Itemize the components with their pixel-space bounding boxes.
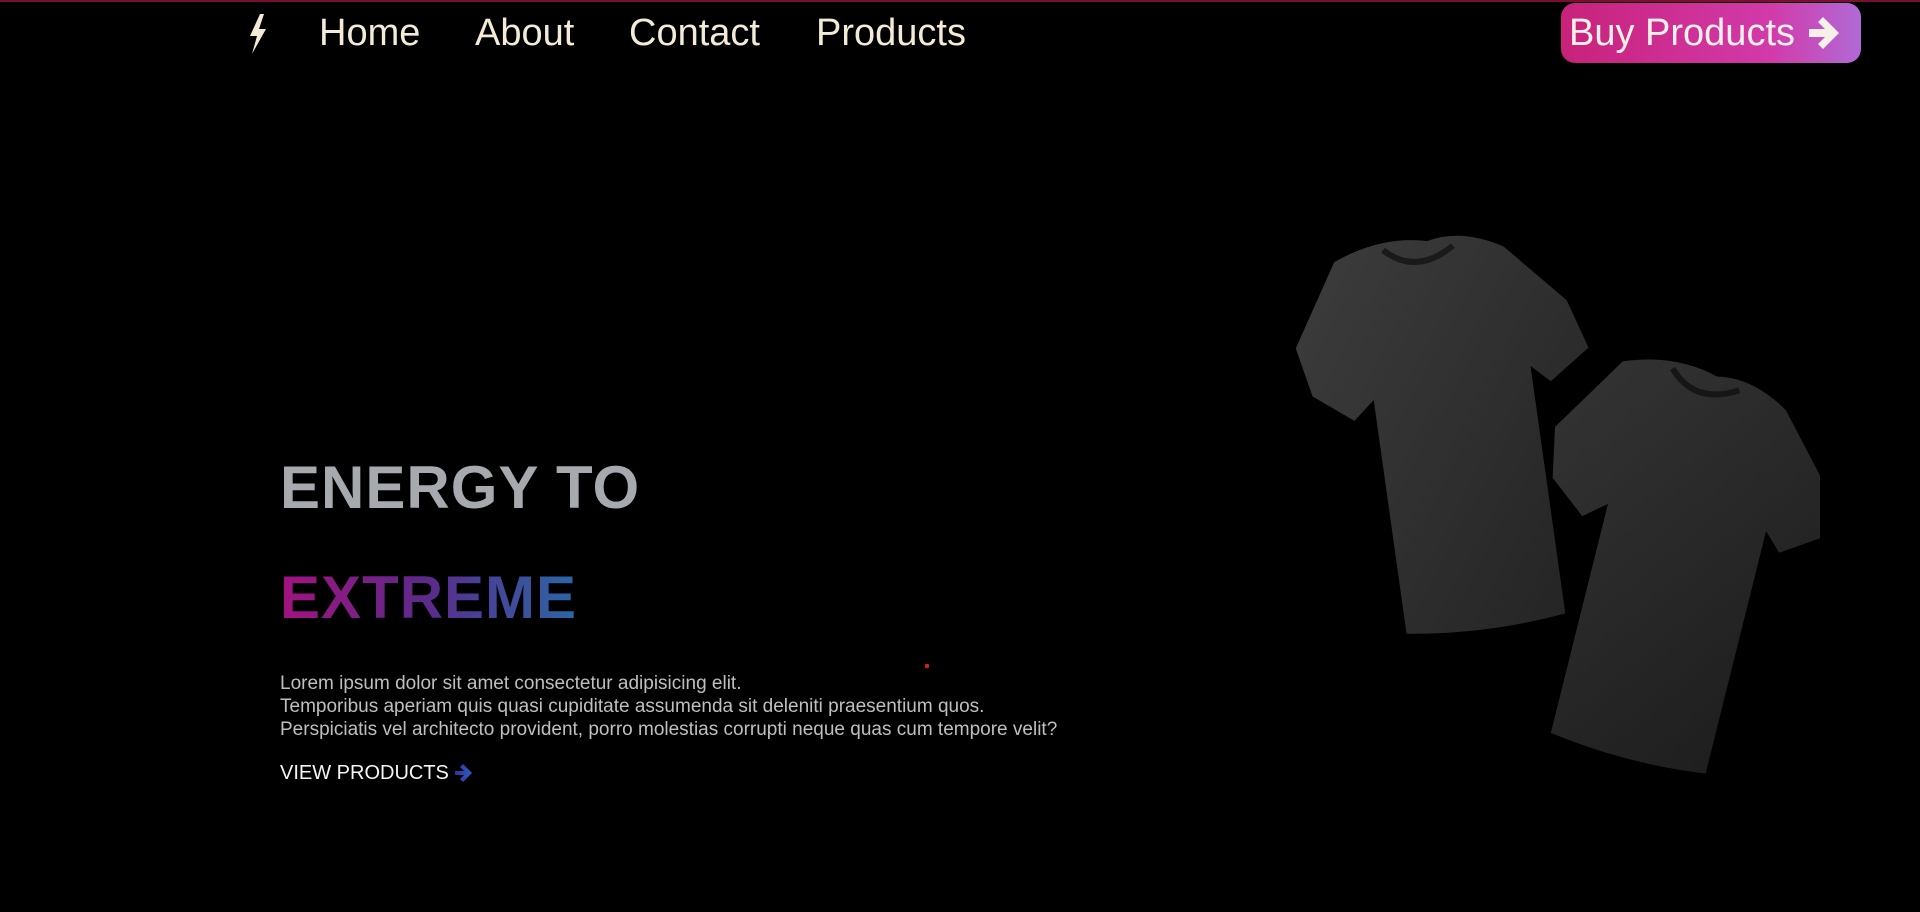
nav-link-home[interactable]: Home <box>319 10 420 56</box>
nav-link-products[interactable]: Products <box>816 10 966 56</box>
decorative-dot <box>925 664 929 668</box>
buy-products-button[interactable]: Buy Products <box>1561 3 1861 63</box>
arrow-right-icon <box>454 764 472 782</box>
view-products-label: VIEW PRODUCTS <box>280 762 449 784</box>
buy-products-label: Buy Products <box>1569 12 1795 54</box>
hero-title-line1: ENERGY TO <box>280 454 641 521</box>
hero-title-line2: EXTREME <box>280 562 577 634</box>
lightning-bolt-icon[interactable] <box>246 14 270 54</box>
main-navigation: Home About Contact Products Buy Products <box>0 2 1920 66</box>
hero-description: Lorem ipsum dolor sit amet consectetur a… <box>280 672 1180 741</box>
hero-description-line: Temporibus aperiam quis quasi cupiditate… <box>280 696 985 717</box>
view-products-link[interactable]: VIEW PRODUCTS <box>280 760 473 786</box>
two-black-tshirts <box>1295 235 1820 774</box>
nav-link-about[interactable]: About <box>475 10 574 56</box>
nav-link-contact[interactable]: Contact <box>629 10 760 56</box>
hero-description-line: Lorem ipsum dolor sit amet consectetur a… <box>280 673 742 694</box>
arrow-right-icon <box>1809 17 1839 49</box>
hero-description-line: Perspiciatis vel architecto provident, p… <box>280 719 1058 740</box>
